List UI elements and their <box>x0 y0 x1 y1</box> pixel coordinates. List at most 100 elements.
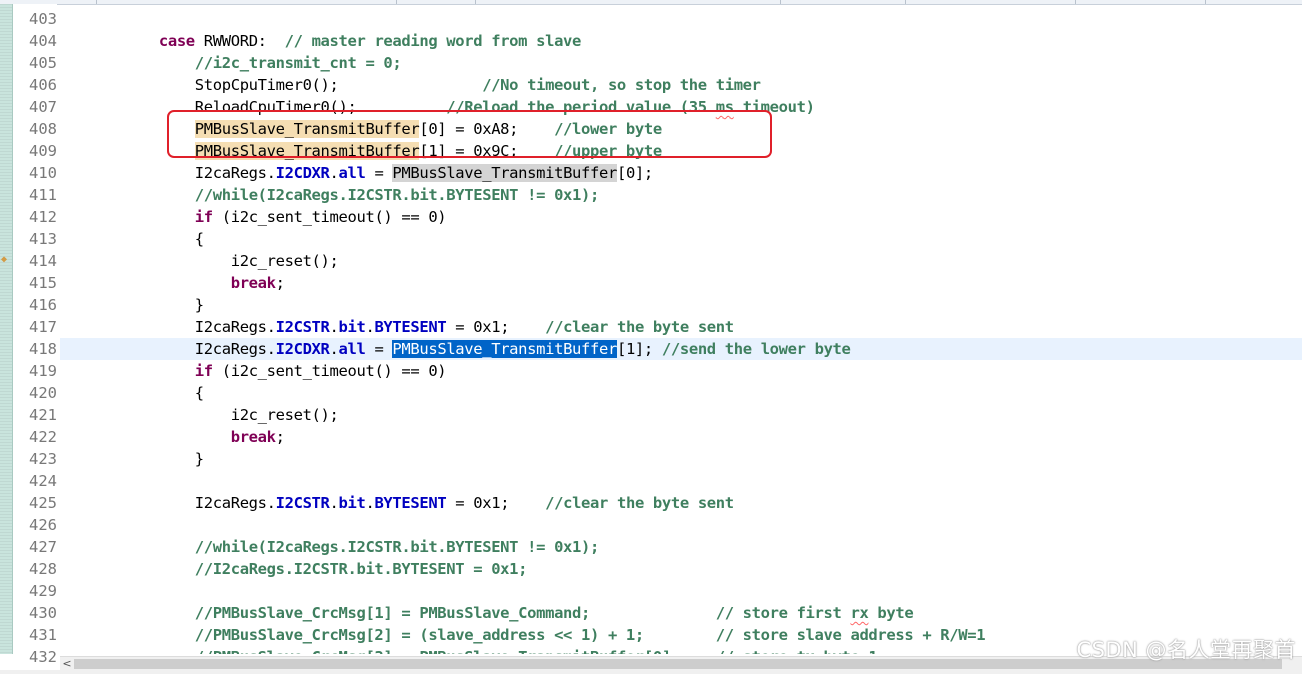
code-line[interactable]: //I2caRegs.I2CSTR.bit.BYTESENT = 0x1; <box>60 558 1302 580</box>
code-line[interactable]: //PMBusSlave_CrcMsg[1] = PMBusSlave_Comm… <box>60 602 1302 624</box>
code-text[interactable]: case RWWORD: // master reading word from… <box>87 30 582 52</box>
line-number-gutter: 403 404 405 406 407 408 409 410 411 412 413 414 415 4… <box>13 4 57 666</box>
code-line[interactable] <box>60 8 1302 30</box>
keyword-token: break <box>230 274 276 292</box>
code-text[interactable]: i2c_reset(); <box>87 250 339 272</box>
code-token: I2caRegs. <box>87 494 276 512</box>
code-token: = <box>365 164 393 182</box>
code-text[interactable]: if (i2c_sent_timeout() == 0) <box>87 360 447 382</box>
code-line[interactable]: I2caRegs.I2CSTR.bit.BYTESENT = 0x1; //cl… <box>60 492 1302 514</box>
code-text[interactable]: I2caRegs.I2CSTR.bit.BYTESENT = 0x1; //cl… <box>87 316 734 338</box>
code-token: ; <box>275 274 285 292</box>
line-number: 410 <box>29 164 57 182</box>
code-line[interactable]: I2caRegs.I2CSTR.bit.BYTESENT = 0x1; //cl… <box>60 316 1302 338</box>
code-line[interactable]: I2caRegs.I2CDXR.all = PMBusSlave_Transmi… <box>60 162 1302 184</box>
code-text[interactable]: } <box>87 294 204 316</box>
code-line[interactable]: } <box>60 448 1302 470</box>
code-line[interactable]: { <box>60 382 1302 404</box>
comment-token: rx <box>850 604 869 622</box>
code-editor[interactable]: case RWWORD: // master reading word from… <box>60 4 1302 654</box>
code-token: = 0x1; <box>446 494 546 512</box>
code-token: . <box>329 164 339 182</box>
line-number: 411 <box>29 186 57 204</box>
current-code-line[interactable]: I2caRegs.I2CDXR.all = PMBusSlave_Transmi… <box>60 338 1302 360</box>
line-number: 404 <box>29 32 57 50</box>
comment-token: //I2caRegs.I2CSTR.bit.BYTESENT = 0x1; <box>194 560 528 578</box>
code-line[interactable] <box>60 514 1302 536</box>
highlight-annotation-box <box>167 110 772 158</box>
code-text[interactable]: //PMBusSlave_CrcMsg[1] = PMBusSlave_Comm… <box>87 602 914 624</box>
code-text[interactable]: if (i2c_sent_timeout() == 0) <box>87 206 447 228</box>
line-number: 428 <box>29 560 57 578</box>
comment-token: //send the lower byte <box>661 340 851 358</box>
code-line[interactable]: i2c_reset(); <box>60 404 1302 426</box>
field-token: I2CSTR <box>275 318 330 336</box>
code-token: . <box>329 318 339 336</box>
code-line[interactable]: StopCpuTimer0(); //No timeout, so stop t… <box>60 74 1302 96</box>
code-line[interactable]: i2c_reset(); <box>60 250 1302 272</box>
code-line[interactable]: } <box>60 294 1302 316</box>
keyword-token: if <box>194 208 213 226</box>
comment-token: //while(I2caRegs.I2CSTR.bit.BYTESENT != … <box>194 538 600 556</box>
comment-token: byte <box>868 604 914 622</box>
line-number: 422 <box>29 428 57 446</box>
code-token: . <box>329 340 339 358</box>
line-number: 405 <box>29 54 57 72</box>
code-text[interactable]: //while(I2caRegs.I2CSTR.bit.BYTESENT != … <box>87 184 600 206</box>
code-line[interactable]: //i2c_transmit_cnt = 0; <box>60 52 1302 74</box>
code-token: i2c_reset(); <box>87 252 339 270</box>
code-token: (i2c_sent_timeout() == 0) <box>212 362 447 380</box>
annotation-marker-icon[interactable]: ◆ <box>1 254 7 266</box>
code-text[interactable]: } <box>87 448 204 470</box>
code-line[interactable]: //while(I2caRegs.I2CSTR.bit.BYTESENT != … <box>60 536 1302 558</box>
code-text[interactable]: StopCpuTimer0(); //No timeout, so stop t… <box>87 74 761 96</box>
code-text[interactable]: i2c_reset(); <box>87 404 339 426</box>
comment-token: //clear the byte sent <box>545 494 734 512</box>
field-token: I2CSTR <box>275 494 330 512</box>
code-line[interactable]: break; <box>60 272 1302 294</box>
line-number: 408 <box>29 120 57 138</box>
line-number: 426 <box>29 516 57 534</box>
code-token: . <box>329 494 339 512</box>
code-line[interactable]: case RWWORD: // master reading word from… <box>60 30 1302 52</box>
line-number: 409 <box>29 142 57 160</box>
code-text[interactable]: { <box>87 228 204 250</box>
line-number: 431 <box>29 626 57 644</box>
code-line[interactable] <box>60 470 1302 492</box>
code-token: I2caRegs. <box>87 164 276 182</box>
code-line[interactable]: { <box>60 228 1302 250</box>
line-number: 430 <box>29 604 57 622</box>
overview-ruler[interactable]: ◆ <box>0 4 13 654</box>
comment-token: //No timeout, so stop the timer <box>482 76 761 94</box>
field-token: BYTESENT <box>374 318 447 336</box>
comment-token: //PMBusSlave_CrcMsg[2] = (slave_address … <box>194 626 986 644</box>
selected-text[interactable]: PMBusSlave_TransmitBuffer <box>392 340 617 358</box>
keyword-token: if <box>194 362 213 380</box>
code-line[interactable]: //while(I2caRegs.I2CSTR.bit.BYTESENT != … <box>60 184 1302 206</box>
code-text[interactable]: { <box>87 382 204 404</box>
code-text[interactable]: //while(I2caRegs.I2CSTR.bit.BYTESENT != … <box>87 536 600 558</box>
code-line[interactable]: break; <box>60 426 1302 448</box>
code-text[interactable]: //I2caRegs.I2CSTR.bit.BYTESENT = 0x1; <box>87 558 528 580</box>
code-text[interactable]: break; <box>87 272 285 294</box>
code-token: = 0x1; <box>446 318 546 336</box>
scroll-left-arrow-icon[interactable]: < <box>60 657 74 671</box>
code-text[interactable]: I2caRegs.I2CSTR.bit.BYTESENT = 0x1; //cl… <box>87 492 734 514</box>
code-text[interactable]: I2caRegs.I2CDXR.all = PMBusSlave_Transmi… <box>87 162 653 184</box>
code-line[interactable]: if (i2c_sent_timeout() == 0) <box>60 206 1302 228</box>
code-line[interactable] <box>60 580 1302 602</box>
code-text[interactable]: //PMBusSlave_CrcMsg[2] = (slave_address … <box>87 624 986 646</box>
code-text[interactable]: break; <box>87 426 285 448</box>
code-text[interactable]: //PMBusSlave_CrcMsg[3] = PMBusSlave_Tran… <box>87 646 878 654</box>
status-strip <box>0 670 1302 674</box>
field-token: all <box>338 340 366 358</box>
line-number: 419 <box>29 362 57 380</box>
code-text[interactable]: I2caRegs.I2CDXR.all = PMBusSlave_Transmi… <box>87 338 851 360</box>
code-line[interactable]: if (i2c_sent_timeout() == 0) <box>60 360 1302 382</box>
code-text[interactable]: //i2c_transmit_cnt = 0; <box>87 52 402 74</box>
line-number: 423 <box>29 450 57 468</box>
